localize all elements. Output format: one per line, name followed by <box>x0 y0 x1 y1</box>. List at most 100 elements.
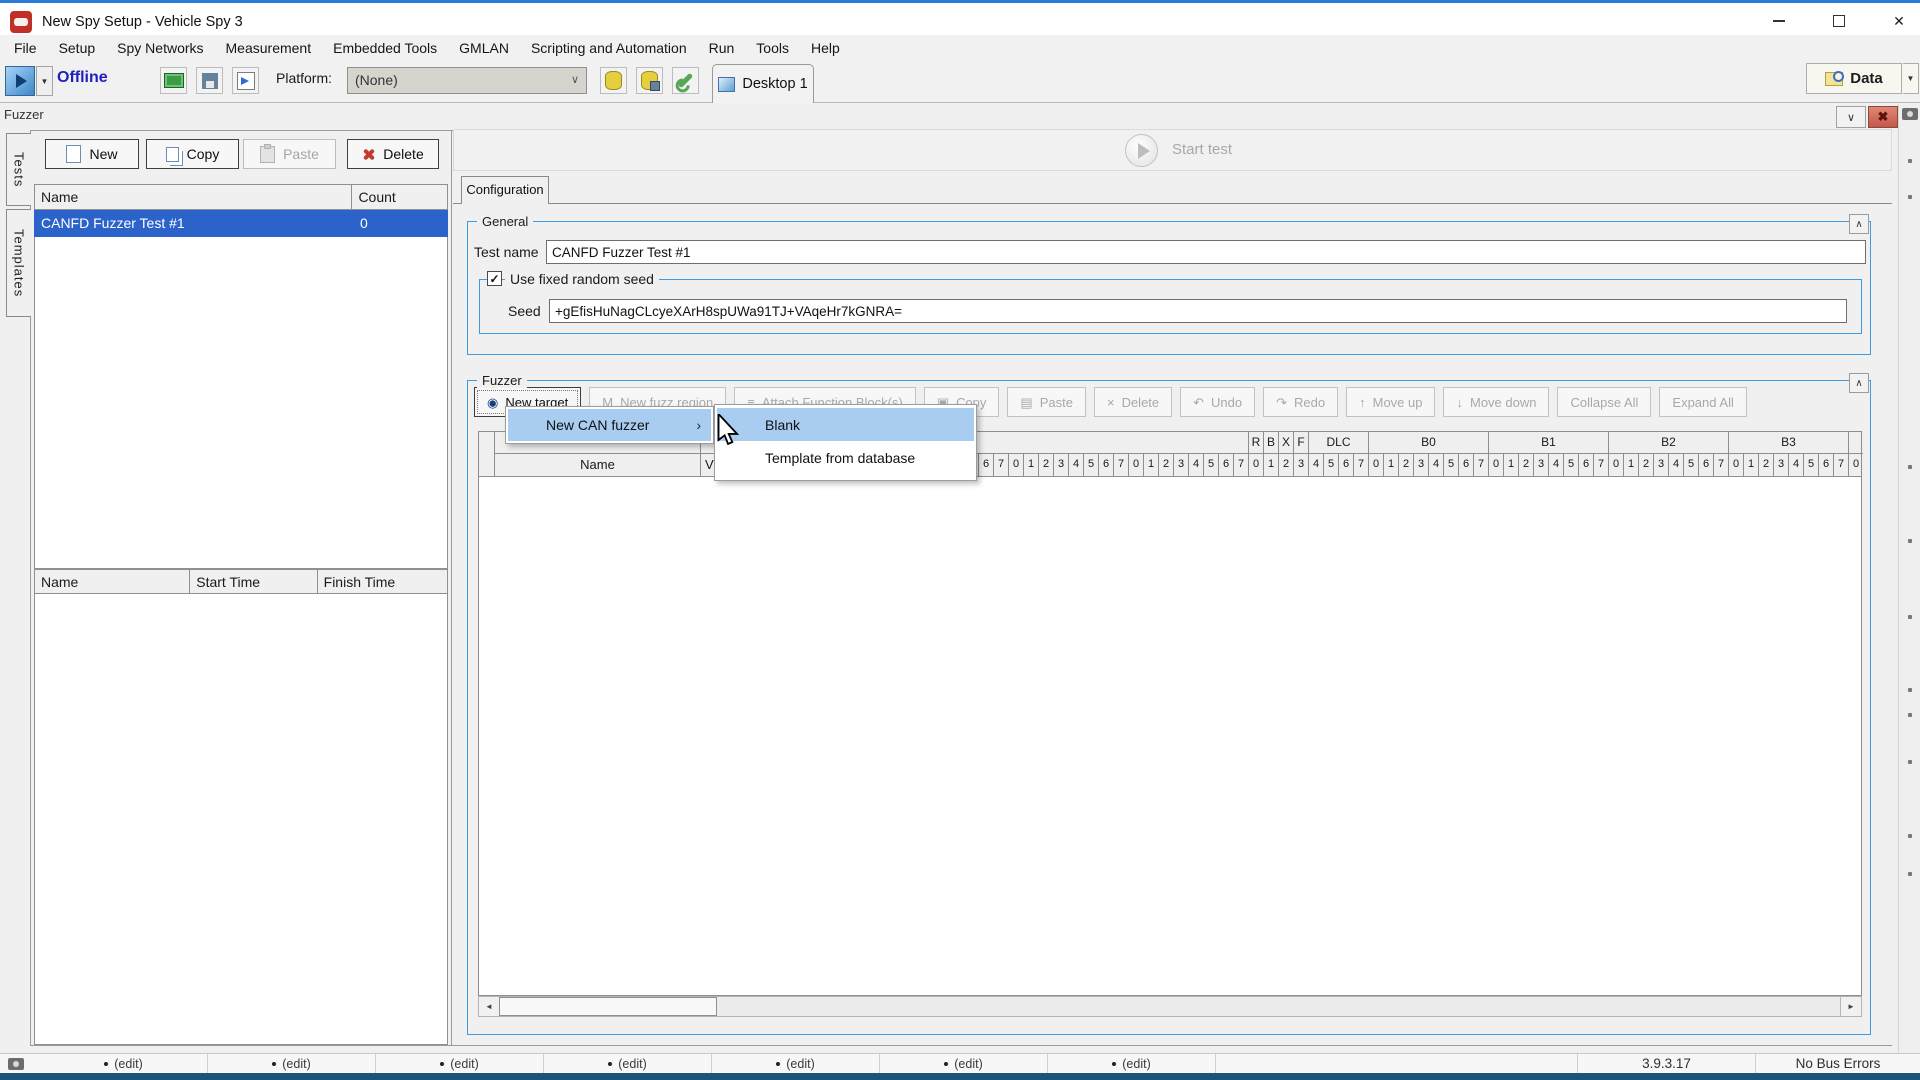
window-title: New Spy Setup - Vehicle Spy 3 <box>42 6 243 38</box>
general-collapse-button[interactable]: ∧ <box>1849 214 1869 234</box>
bit-cell: 7 <box>1834 454 1849 476</box>
move-up-button[interactable]: ↑Move up <box>1346 387 1435 417</box>
run-dropdown-button[interactable]: ▼ <box>36 66 53 96</box>
menu-measurement[interactable]: Measurement <box>215 35 323 62</box>
status-edit-cell[interactable]: (edit) <box>40 1054 208 1073</box>
copy-test-button[interactable]: Copy <box>146 139 239 169</box>
menu-help[interactable]: Help <box>800 35 851 62</box>
panel-close-button[interactable]: ✖ <box>1868 106 1898 128</box>
menu-file[interactable]: File <box>3 35 48 62</box>
maximize-button[interactable] <box>1824 7 1854 35</box>
bit-cell: 0 <box>1369 454 1384 476</box>
database-button[interactable] <box>600 67 627 94</box>
platform-select[interactable]: (None)∨ <box>347 67 587 94</box>
status-edit-cell[interactable]: (edit) <box>1048 1054 1216 1073</box>
move-down-button[interactable]: ↓Move down <box>1443 387 1549 417</box>
use-fixed-random-seed-checkbox[interactable] <box>487 271 502 286</box>
edit-bullet-icon <box>776 1062 780 1066</box>
panel-frame-bottom <box>30 1045 1892 1046</box>
view-setup-button[interactable] <box>232 67 259 94</box>
menu-scripting-and-automation[interactable]: Scripting and Automation <box>520 35 698 62</box>
run-button[interactable] <box>5 66 35 96</box>
undo-icon: ↶ <box>1193 396 1204 409</box>
status-edit-cell[interactable]: (edit) <box>376 1054 544 1073</box>
chevron-down-icon: ∨ <box>1847 111 1855 124</box>
menu-embedded-tools[interactable]: Embedded Tools <box>322 35 448 62</box>
status-edit-cell[interactable]: (edit) <box>208 1054 376 1073</box>
menu-run[interactable]: Run <box>698 35 746 62</box>
grip-dot <box>1908 760 1912 764</box>
fuzzer-grid-body[interactable] <box>478 477 1862 996</box>
test-name-input[interactable] <box>546 240 1866 264</box>
menu-item-label: Blank <box>765 417 800 433</box>
menu-tools[interactable]: Tools <box>745 35 800 62</box>
menu-item-template-from-database[interactable]: Template from database <box>717 441 974 474</box>
status-edit-cell[interactable]: (edit) <box>880 1054 1048 1073</box>
collapse-all-button[interactable]: Collapse All <box>1557 387 1651 417</box>
bit-group-f: F <box>1294 432 1309 454</box>
test-name-cell: CANFD Fuzzer Test #1 <box>34 210 353 237</box>
tab-desktop-1[interactable]: Desktop 1 <box>712 64 814 103</box>
bit-cell: 5 <box>1324 454 1339 476</box>
column-header-count[interactable]: Count <box>352 185 447 209</box>
menu-item-blank[interactable]: Blank <box>717 408 974 441</box>
tab-configuration[interactable]: Configuration <box>461 176 549 204</box>
panel-collapse-button[interactable]: ∨ <box>1836 106 1866 128</box>
table-row-selected[interactable]: CANFD Fuzzer Test #1 0 <box>34 210 448 237</box>
bit-group-r: R <box>1249 432 1264 454</box>
save-button[interactable] <box>196 67 223 94</box>
data-button[interactable]: Data <box>1806 63 1902 94</box>
status-edit-cell[interactable]: (edit) <box>712 1054 880 1073</box>
menu-item-new-can-fuzzer[interactable]: New CAN fuzzer › <box>508 409 711 441</box>
camera-icon[interactable] <box>1902 108 1918 120</box>
bit-cell: 0 <box>1249 454 1264 476</box>
tests-table-body[interactable] <box>34 237 448 569</box>
button-label: Undo <box>1211 395 1242 410</box>
bit-cell: 4 <box>1189 454 1204 476</box>
paste-button[interactable]: ▤Paste <box>1007 387 1086 417</box>
undo-button[interactable]: ↶ Undo <box>1180 387 1255 417</box>
seed-input[interactable] <box>549 299 1847 323</box>
expand-all-button[interactable]: Expand All <box>1659 387 1746 417</box>
pane-splitter[interactable] <box>451 130 452 1045</box>
database-icon <box>605 71 622 90</box>
menu-gmlan[interactable]: GMLAN <box>448 35 520 62</box>
runs-table-body[interactable] <box>34 594 448 1045</box>
horizontal-scrollbar[interactable]: ◄ ► <box>478 996 1862 1017</box>
minimize-button[interactable] <box>1764 7 1794 35</box>
bit-cell: 6 <box>979 454 994 476</box>
new-test-button[interactable]: New <box>45 139 139 169</box>
column-header-name[interactable]: Name <box>35 185 352 209</box>
hardware-button[interactable] <box>160 67 187 94</box>
menu-spy-networks[interactable]: Spy Networks <box>106 35 214 62</box>
bit-cell: 5 <box>1564 454 1579 476</box>
redo-button[interactable]: ↷Redo <box>1263 387 1338 417</box>
fuzzer-collapse-button[interactable]: ∧ <box>1849 373 1869 393</box>
delete-test-button[interactable]: Delete <box>347 139 439 169</box>
button-label: Collapse All <box>1570 395 1638 410</box>
menu-item-label: Template from database <box>765 450 915 466</box>
database-save-button[interactable] <box>636 67 663 94</box>
grip-dot <box>1908 834 1912 838</box>
app-icon <box>10 11 32 33</box>
column-header-start-time[interactable]: Start Time <box>190 570 317 593</box>
status-edit-cell[interactable]: (edit) <box>544 1054 712 1073</box>
delete-button[interactable]: ×Delete <box>1094 387 1172 417</box>
column-header-finish-time[interactable]: Finish Time <box>318 570 447 593</box>
scroll-left-button[interactable]: ◄ <box>479 997 500 1016</box>
paste-test-button[interactable]: Paste <box>243 139 336 169</box>
tab-tests[interactable]: Tests <box>6 133 31 206</box>
data-search-icon <box>1825 72 1843 86</box>
column-header-run-name[interactable]: Name <box>35 570 190 593</box>
scrollbar-thumb[interactable] <box>499 997 717 1016</box>
scroll-right-button[interactable]: ► <box>1840 997 1861 1016</box>
tab-templates[interactable]: Templates <box>6 209 31 317</box>
bit-cell: 5 <box>1444 454 1459 476</box>
start-test-button[interactable] <box>1125 134 1158 167</box>
edit-bullet-icon <box>944 1062 948 1066</box>
menu-setup[interactable]: Setup <box>48 35 107 62</box>
bit-group-x: X <box>1279 432 1294 454</box>
tools-button[interactable] <box>672 67 699 94</box>
close-button[interactable]: ✕ <box>1884 7 1914 35</box>
data-dropdown-button[interactable]: ▼ <box>1903 63 1919 94</box>
